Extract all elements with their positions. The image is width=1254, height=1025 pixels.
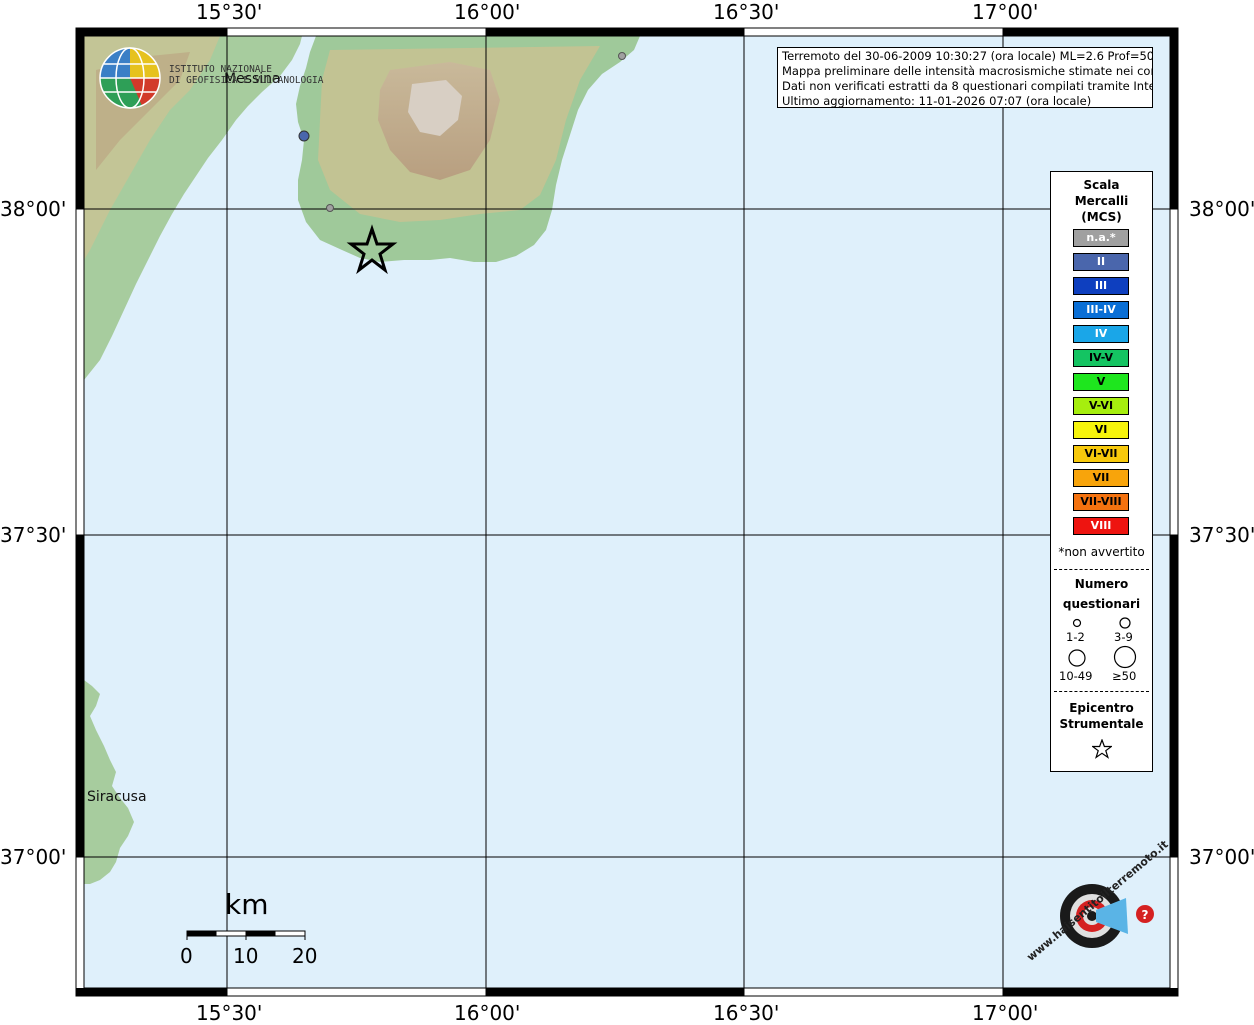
legend-divider: [1054, 691, 1149, 692]
legend-intensity-swatch: n.a.*: [1073, 229, 1129, 247]
q-size-label: 3-9: [1114, 630, 1133, 644]
legend-intensity-swatch: IV: [1073, 325, 1129, 343]
lat-label-right: 37°30': [1189, 523, 1254, 547]
lat-label-left: 37°00': [0, 845, 67, 869]
lon-label-top: 16°00': [454, 0, 521, 24]
place-label-siracusa: Siracusa: [87, 789, 147, 805]
info-line: Terremoto del 30-06-2009 10:30:27 (ora l…: [782, 49, 1153, 63]
legend-intensity-swatch: V: [1073, 373, 1129, 391]
legend-intensity-swatch: IV-V: [1073, 349, 1129, 367]
legend-intensity-swatch: VII: [1073, 469, 1129, 487]
legend-intensity-swatch: VII-VIII: [1073, 493, 1129, 511]
legend-panel: Scala Mercalli (MCS) n.a.* II III III-IV IV I…: [1050, 171, 1153, 772]
lon-label-bottom: 16°30': [713, 1001, 780, 1025]
epicenter-star-icon: [1092, 739, 1112, 759]
q-size-label: 10-49: [1059, 669, 1093, 683]
earthquake-info-box: Terremoto del 30-06-2009 10:30:27 (ora l…: [777, 47, 1153, 108]
scale-unit-label: km: [225, 888, 269, 921]
info-line: Mappa preliminare delle intensità macros…: [782, 64, 1153, 78]
scale-tick-label: 10: [233, 944, 259, 968]
info-line: Ultimo aggiornamento: 11-01-2026 07:07 (…: [782, 94, 1092, 108]
legend-questionnaires-title: Numero questionari: [1062, 577, 1141, 611]
lon-label-bottom: 15°30': [196, 1001, 263, 1025]
legend-intensity-swatch: VIII: [1073, 517, 1129, 535]
intensity-point-ii[interactable]: [298, 130, 310, 142]
sea-area: [84, 36, 1170, 988]
ingv-logo-icon: [99, 47, 161, 109]
q-size-label: 1-2: [1066, 630, 1085, 644]
scale-tick-label: 20: [292, 944, 318, 968]
lon-label-top: 15°30': [196, 0, 263, 24]
lon-label-bottom: 17°00': [972, 1001, 1039, 1025]
lat-label-right: 38°00': [1189, 197, 1254, 221]
lon-label-bottom: 16°00': [454, 1001, 521, 1025]
svg-text:?: ?: [1142, 908, 1149, 922]
legend-epicenter-title: Epicentro Strumentale: [1059, 701, 1144, 731]
legend-intensity-swatch: V-VI: [1073, 397, 1129, 415]
legend-intensity-swatch: III: [1073, 277, 1129, 295]
legend-title: Scala Mercalli (MCS): [1074, 178, 1129, 224]
legend-intensity-swatch: VI: [1073, 421, 1129, 439]
legend-not-felt-note: *non avvertito: [1058, 545, 1145, 559]
lat-label-left: 37°30': [0, 523, 67, 547]
ingv-logo-text: ISTITUTO NAZIONALE DI GEOFISICA E VULCAN…: [169, 64, 324, 86]
q-size-label: ≥50: [1112, 669, 1137, 683]
intensity-point-na[interactable]: [618, 52, 626, 60]
legend-intensity-swatch: III-IV: [1073, 301, 1129, 319]
lat-label-left: 38°00': [0, 197, 67, 221]
legend-intensity-swatch: VI-VII: [1073, 445, 1129, 463]
intensity-point-na[interactable]: [326, 204, 334, 212]
legend-divider: [1054, 569, 1149, 570]
info-line: Dati non verificati estratti da 8 questi…: [782, 79, 1153, 93]
scale-tick-label: 0: [180, 944, 193, 968]
lat-label-right: 37°00': [1189, 845, 1254, 869]
lon-label-top: 17°00': [972, 0, 1039, 24]
lon-label-top: 16°30': [713, 0, 780, 24]
legend-intensity-swatch: II: [1073, 253, 1129, 271]
